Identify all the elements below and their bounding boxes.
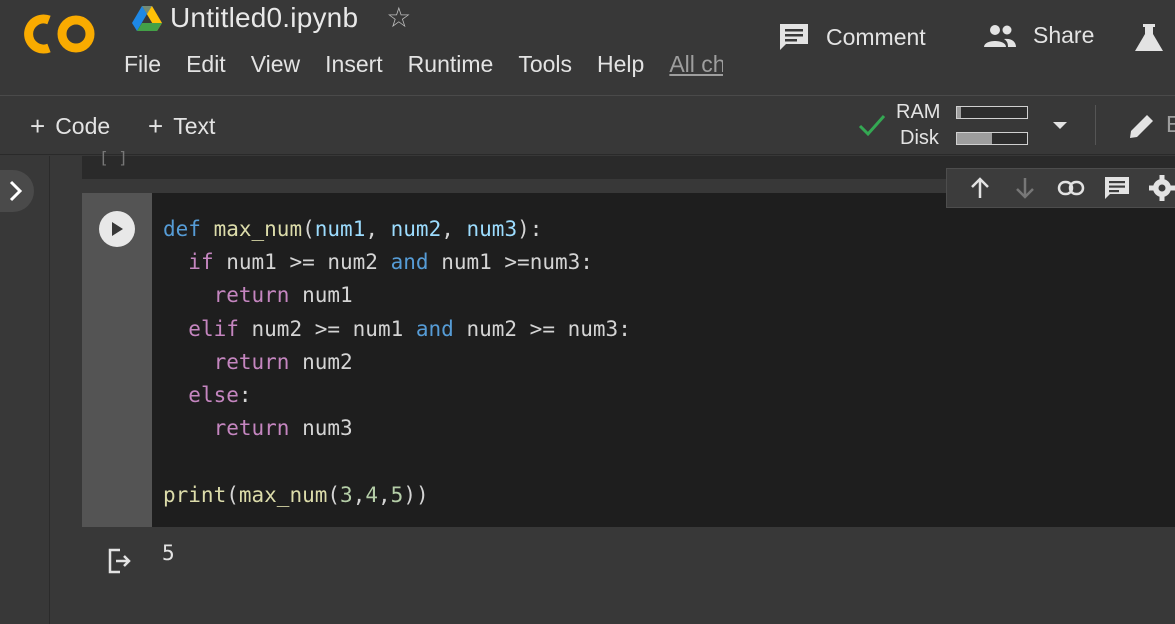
- comment-label: Comment: [826, 23, 926, 50]
- move-down-button[interactable]: [1003, 176, 1049, 200]
- resource-monitor[interactable]: RAM Disk: [858, 99, 1098, 153]
- code-line: return num1: [213, 283, 353, 308]
- menu-file[interactable]: File: [124, 51, 161, 78]
- cell-output: 5: [82, 527, 1175, 589]
- share-label: Share: [1033, 22, 1095, 48]
- link-button[interactable]: [1048, 180, 1094, 196]
- menu-insert[interactable]: Insert: [325, 51, 383, 78]
- editing-label[interactable]: E: [1166, 111, 1175, 138]
- code-line: elif num2 >= num1 and num2 >= num3:: [188, 316, 631, 341]
- arrow-up-icon: [970, 177, 989, 198]
- gear-icon: [1149, 175, 1175, 201]
- ram-bar: [956, 106, 1028, 119]
- code-line: if num1 >= num2 and num1 >=num3:: [188, 250, 593, 275]
- check-icon: [858, 115, 886, 137]
- app-header: CO Untitled0.ipynb ☆ File Edit View Inse…: [0, 0, 1175, 96]
- colab-logo[interactable]: [22, 10, 100, 58]
- menu-view[interactable]: View: [251, 51, 300, 78]
- code-line: print(max_num(3,4,5)): [163, 482, 429, 507]
- code-line: def max_num(num1, num2, num3):: [163, 217, 543, 241]
- add-code-label: Code: [55, 113, 111, 139]
- menu-help[interactable]: Help: [597, 51, 644, 78]
- output-text: 5: [162, 541, 175, 565]
- people-icon: [984, 24, 1016, 47]
- output-exit-icon[interactable]: [106, 547, 134, 575]
- move-up-button[interactable]: [957, 176, 1003, 200]
- add-code-button[interactable]: + Code: [30, 111, 110, 142]
- notebook-title[interactable]: Untitled0.ipynb: [170, 2, 358, 34]
- menu-tools[interactable]: Tools: [518, 51, 572, 78]
- cell-settings-button[interactable]: [1139, 174, 1175, 202]
- code-line: return num3: [213, 416, 353, 441]
- flask-icon[interactable]: [1133, 22, 1165, 54]
- chevron-right-icon: [9, 180, 23, 202]
- link-icon: [1057, 180, 1085, 196]
- menu-edit[interactable]: Edit: [186, 51, 226, 78]
- execution-count: [ ]: [99, 148, 128, 167]
- pencil-icon[interactable]: [1127, 111, 1157, 141]
- star-icon[interactable]: ☆: [386, 4, 411, 32]
- add-comment-button[interactable]: [1094, 175, 1140, 201]
- disk-bar: [956, 132, 1028, 145]
- all-changes-saved-link[interactable]: All ch: [669, 51, 723, 78]
- notebook-toolbar: + Code + Text RAM Disk E: [0, 97, 1175, 155]
- comment-icon: [780, 24, 808, 50]
- add-text-label: Text: [173, 113, 216, 139]
- arrow-down-icon: [1016, 178, 1035, 199]
- code-line: else:: [188, 383, 252, 408]
- disk-label: Disk: [900, 127, 939, 149]
- comment-icon: [1104, 177, 1129, 199]
- google-drive-icon: [132, 6, 162, 31]
- cell-toolbar: [946, 168, 1175, 208]
- share-button[interactable]: Share: [983, 22, 1094, 49]
- play-icon: [112, 222, 123, 236]
- code-editor[interactable]: def max_num(num1, num2, num3): if num1 >…: [152, 193, 1175, 527]
- run-cell-button[interactable]: [99, 211, 135, 247]
- plus-icon: +: [148, 111, 164, 141]
- add-text-button[interactable]: + Text: [148, 111, 215, 142]
- code-cell[interactable]: def max_num(num1, num2, num3): if num1 >…: [82, 193, 1175, 589]
- left-sidebar: [0, 156, 50, 624]
- code-line: return num2: [213, 349, 353, 374]
- ram-bar-fill: [957, 107, 961, 118]
- dropdown-arrow-icon[interactable]: [1052, 121, 1068, 131]
- disk-bar-fill: [957, 133, 992, 144]
- menu-runtime[interactable]: Runtime: [408, 51, 494, 78]
- toolbar-divider: [1095, 105, 1096, 145]
- ram-label: RAM: [896, 101, 941, 123]
- plus-icon: +: [30, 111, 46, 141]
- comment-button[interactable]: Comment: [778, 22, 926, 52]
- menu-bar: File Edit View Insert Runtime Tools Help…: [124, 51, 748, 78]
- cell-gutter: [82, 193, 152, 527]
